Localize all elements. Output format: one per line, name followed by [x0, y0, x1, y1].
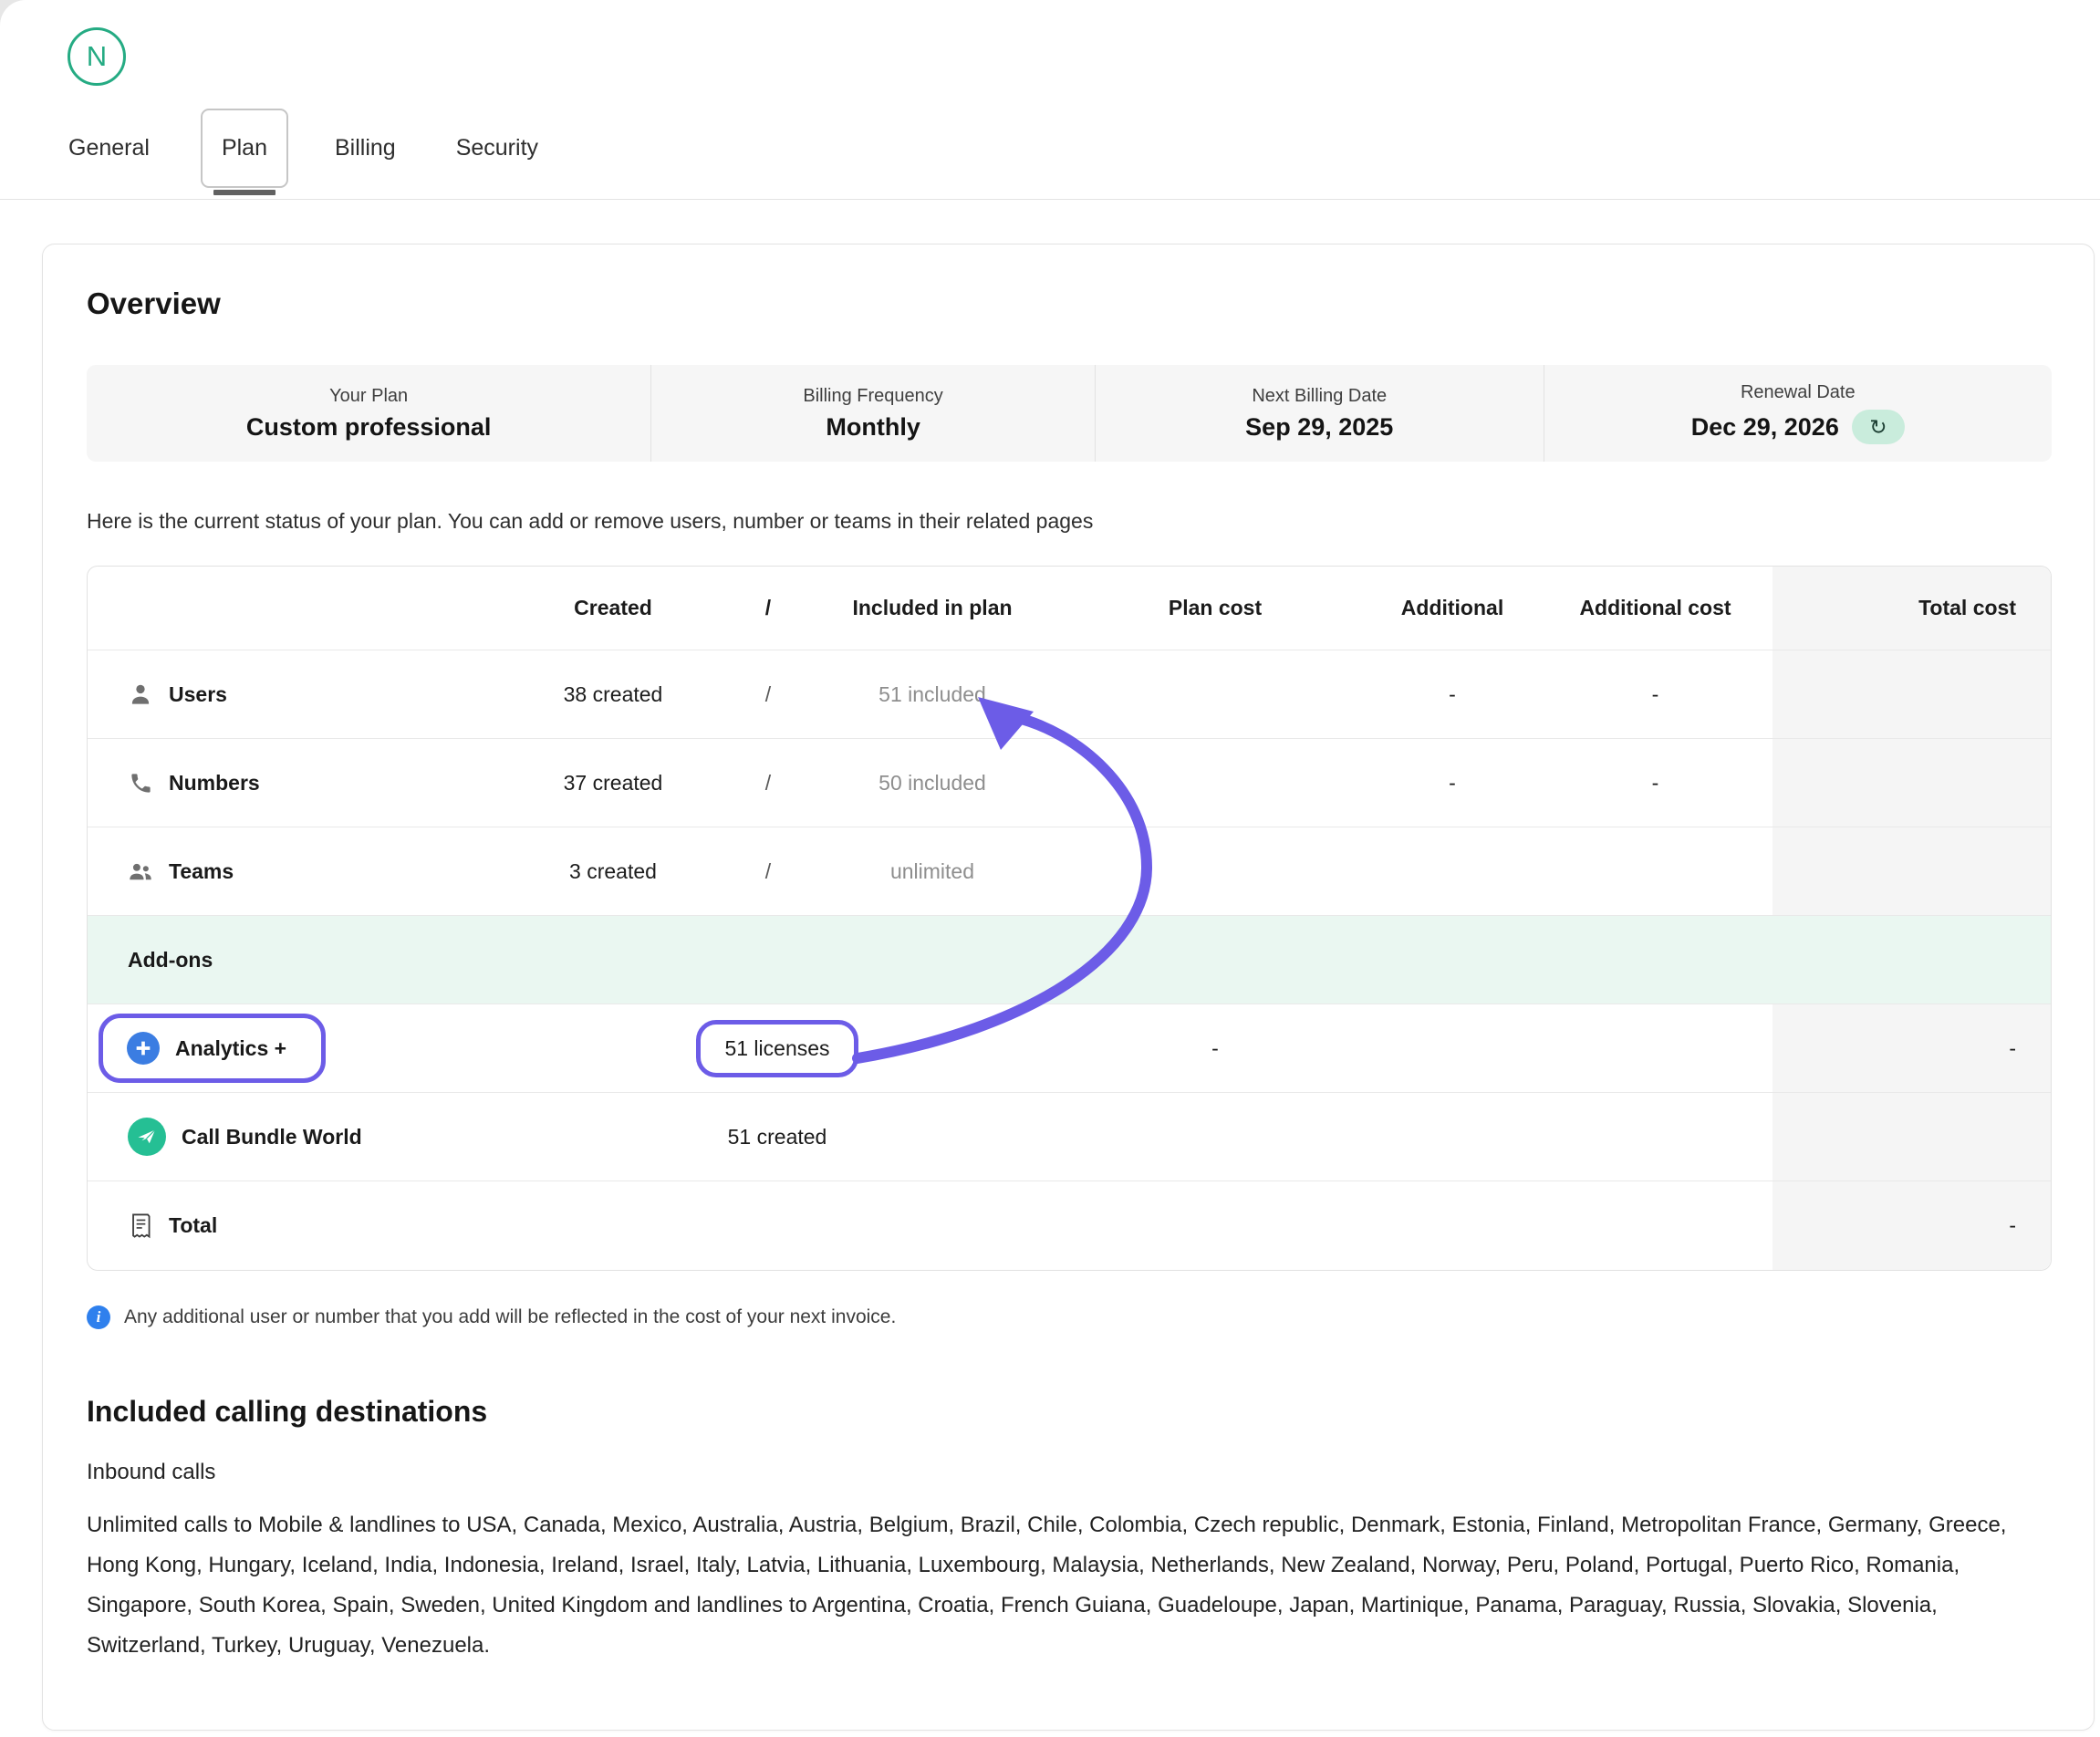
row-label: Call Bundle World	[182, 1125, 362, 1149]
summary-billing-frequency: Billing Frequency Monthly	[650, 365, 1095, 462]
analytics-plan-cost: -	[1060, 1036, 1370, 1061]
destinations-paragraph: Unlimited calls to Mobile & landlines to…	[87, 1505, 2052, 1666]
header-additional-cost: Additional cost	[1534, 596, 1776, 620]
users-additional: -	[1370, 682, 1534, 707]
tab-plan[interactable]: Plan	[201, 109, 288, 188]
company-avatar[interactable]: N	[68, 27, 126, 86]
table-row-total: Total -	[88, 1181, 2051, 1270]
header-plan-cost: Plan cost	[1060, 596, 1370, 620]
table-row-users: Users 38 created / 51 included - -	[88, 650, 2051, 738]
avatar-letter: N	[87, 40, 107, 73]
info-note-text: Any additional user or number that you a…	[124, 1306, 896, 1328]
settings-tabs: General Plan Billing Security	[68, 108, 538, 189]
row-label: Analytics +	[175, 1036, 286, 1061]
table-row-teams: Teams 3 created / unlimited	[88, 827, 2051, 915]
row-label: Numbers	[169, 771, 260, 796]
table-row-call-bundle-world: Call Bundle World 51 created	[88, 1092, 2051, 1181]
summary-value: Sep 29, 2025	[1245, 413, 1393, 442]
summary-value: Custom professional	[246, 413, 492, 442]
summary-label: Renewal Date	[1741, 382, 1856, 403]
teams-icon	[128, 858, 153, 884]
row-label: Total	[169, 1213, 217, 1238]
info-icon: i	[87, 1305, 110, 1329]
tab-billing[interactable]: Billing	[335, 108, 396, 189]
table-section-addons: Add-ons	[88, 915, 2051, 1004]
plan-summary-strip: Your Plan Custom professional Billing Fr…	[87, 365, 2052, 462]
header-total-cost: Total cost	[1776, 596, 2053, 620]
row-label: Users	[169, 682, 227, 707]
summary-next-billing-date: Next Billing Date Sep 29, 2025	[1095, 365, 1544, 462]
users-additional-cost: -	[1534, 682, 1776, 707]
renewal-refresh-icon[interactable]: ↻	[1852, 410, 1905, 444]
summary-label: Next Billing Date	[1252, 386, 1387, 407]
call-bundle-created: 51 created	[494, 1125, 1060, 1149]
row-label: Teams	[169, 859, 234, 884]
receipt-icon	[128, 1213, 153, 1239]
teams-included: unlimited	[805, 859, 1060, 884]
info-note: i Any additional user or number that you…	[87, 1305, 2052, 1329]
phone-icon	[128, 770, 153, 796]
header-slash: /	[732, 596, 805, 620]
addons-section-label: Add-ons	[88, 948, 2053, 973]
table-header-row: Created / Included in plan Plan cost Add…	[88, 567, 2051, 650]
user-icon	[128, 681, 153, 707]
summary-renewal-date: Renewal Date Dec 29, 2026 ↻	[1544, 365, 2052, 462]
users-included: 51 included	[805, 682, 1060, 707]
overview-title: Overview	[87, 286, 2052, 321]
numbers-created: 37 created	[494, 771, 732, 796]
plan-status-line: Here is the current status of your plan.…	[87, 509, 2052, 534]
annotation-box-licenses: 51 licenses	[696, 1020, 858, 1077]
tab-security[interactable]: Security	[456, 108, 538, 189]
header-additional: Additional	[1370, 596, 1534, 620]
numbers-additional: -	[1370, 771, 1534, 796]
destinations-title: Included calling destinations	[87, 1395, 2052, 1429]
plan-overview-card: Overview Your Plan Custom professional B…	[42, 244, 2095, 1731]
header-included: Included in plan	[805, 596, 1060, 620]
table-row-analytics-plus: Analytics + 51 licenses - -	[88, 1004, 2051, 1092]
numbers-included: 50 included	[805, 771, 1060, 796]
tab-general[interactable]: General	[68, 108, 150, 189]
call-bundle-world-icon	[128, 1118, 166, 1156]
plan-status-table: Created / Included in plan Plan cost Add…	[87, 566, 2052, 1271]
analytics-plus-icon	[127, 1032, 160, 1065]
settings-window: N General Plan Billing Security Overview…	[0, 0, 2100, 1737]
total-total-cost: -	[1776, 1213, 2053, 1238]
summary-your-plan: Your Plan Custom professional	[87, 365, 650, 462]
summary-value: Dec 29, 2026	[1691, 413, 1839, 442]
summary-label: Your Plan	[329, 386, 408, 407]
summary-label: Billing Frequency	[803, 386, 942, 407]
destinations-subtitle: Inbound calls	[87, 1460, 2052, 1485]
app-header: N General Plan Billing Security	[0, 0, 2100, 200]
header-created: Created	[494, 596, 732, 620]
summary-value: Monthly	[826, 413, 920, 442]
annotation-box-analytics: Analytics +	[99, 1014, 326, 1083]
users-created: 38 created	[494, 682, 732, 707]
teams-created: 3 created	[494, 859, 732, 884]
analytics-licenses: 51 licenses	[494, 1020, 1060, 1077]
numbers-additional-cost: -	[1534, 771, 1776, 796]
analytics-total-cost: -	[1776, 1036, 2053, 1061]
table-row-numbers: Numbers 37 created / 50 included - -	[88, 738, 2051, 827]
